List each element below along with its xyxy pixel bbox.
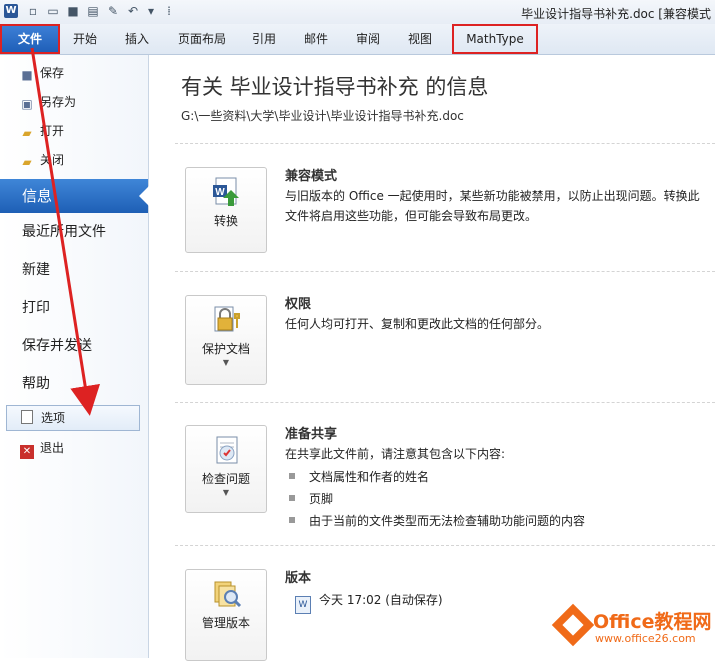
watermark-text: Office教程网: [593, 611, 712, 633]
section-divider: [175, 271, 715, 272]
version-entry[interactable]: W 今天 17:02 (自动保存): [295, 591, 443, 614]
protect-document-button[interactable]: 保护文档 ▼: [185, 295, 267, 385]
close-folder-icon: ▰: [22, 155, 32, 169]
nav-close[interactable]: ▰ 关闭: [20, 149, 64, 171]
nav-save-as[interactable]: ▣ 另存为: [20, 91, 76, 113]
tab-home[interactable]: 开始: [62, 24, 108, 54]
window-title: 毕业设计指导书补充.doc [兼容模式: [521, 7, 711, 21]
nav-save-label: 保存: [40, 66, 65, 80]
tab-file[interactable]: 文件: [0, 24, 60, 54]
nav-help[interactable]: 帮助: [22, 371, 50, 397]
svg-text:W: W: [215, 187, 225, 198]
nav-options-label: 选项: [41, 411, 66, 425]
watermark-url: www.office26.com: [595, 632, 696, 645]
save-icon[interactable]: ■: [66, 4, 80, 18]
share-item-label: 由于当前的文件类型而无法检查辅助功能问题的内容: [309, 514, 586, 528]
compat-description: 与旧版本的 Office 一起使用时，某些新功能被禁用，以防止出现问题。转换此文…: [285, 189, 700, 223]
nav-open-label: 打开: [40, 124, 65, 138]
nav-exit-label: 退出: [40, 441, 65, 455]
backstage-nav: ■ 保存 ▣ 另存为 ▰ 打开 ▰ 关闭 信息 最近所用文件 新建 打印 保存并发送 帮…: [0, 55, 149, 658]
chevron-down-icon[interactable]: ▾: [144, 4, 158, 18]
print-preview-icon[interactable]: ▤: [86, 4, 100, 18]
info-panel: 有关 毕业设计指导书补充 的信息 G:\一些资料\大学\毕业设计\毕业设计指导书…: [149, 55, 715, 661]
section-divider: [175, 545, 715, 546]
watermark: Office教程网 www.office26.com: [551, 603, 715, 658]
customize-toolbar-icon[interactable]: ⁞: [162, 4, 176, 18]
nav-close-label: 关闭: [40, 153, 65, 167]
bullet-icon: [289, 473, 295, 479]
check-issues-button[interactable]: 检查问题 ▼: [185, 425, 267, 513]
permissions-title: 权限: [285, 297, 312, 312]
undo-icon[interactable]: ↶: [126, 4, 140, 18]
convert-document-icon: W: [213, 177, 239, 206]
nav-info-label: 信息: [22, 187, 53, 205]
section-divider: [175, 402, 715, 403]
versions-title: 版本: [285, 571, 312, 586]
active-pointer-icon: [139, 186, 149, 206]
manage-versions-icon: [214, 581, 242, 608]
permissions-description: 任何人均可打开、复制和更改此文档的任何部分。: [285, 317, 550, 331]
open-folder-icon[interactable]: ▭: [46, 4, 60, 18]
tab-mathtype[interactable]: MathType: [452, 24, 538, 54]
list-item: 由于当前的文件类型而无法检查辅助功能问题的内容: [289, 512, 585, 529]
bullet-icon: [289, 495, 295, 501]
tab-mailings[interactable]: 邮件: [296, 24, 336, 54]
list-item: 页脚: [289, 490, 333, 507]
tab-view[interactable]: 视图: [400, 24, 440, 54]
nav-new[interactable]: 新建: [22, 257, 50, 283]
nav-options[interactable]: 选项: [6, 405, 140, 431]
nav-print[interactable]: 打印: [22, 295, 50, 321]
section-divider: [175, 143, 715, 144]
ribbon-tab-bar: 文件 开始 插入 页面布局 引用 邮件 审阅 视图 MathType: [0, 24, 715, 55]
chevron-down-icon: ▼: [222, 358, 230, 367]
manage-versions-button[interactable]: 管理版本: [185, 569, 267, 661]
nav-save-send[interactable]: 保存并发送: [22, 333, 92, 359]
share-item-label: 文档属性和作者的姓名: [309, 470, 430, 484]
options-document-icon: [21, 410, 33, 424]
share-item-label: 页脚: [309, 492, 334, 506]
word-logo-icon: W: [4, 4, 18, 18]
share-title: 准备共享: [285, 427, 338, 442]
file-path: G:\一些资料\大学\毕业设计\毕业设计指导书补充.doc: [181, 109, 464, 123]
check-issues-label: 检查问题: [201, 472, 250, 486]
list-item: 文档属性和作者的姓名: [289, 468, 429, 485]
save-icon: ■: [21, 68, 33, 82]
protect-document-label: 保护文档: [201, 342, 250, 356]
title-bar: W ▫ ▭ ■ ▤ ✎ ↶ ▾ ⁞ 毕业设计指导书补充.doc [兼容模式: [0, 0, 715, 24]
nav-save-as-label: 另存为: [40, 95, 77, 109]
nav-exit[interactable]: ✕ 退出: [20, 437, 64, 459]
new-document-icon[interactable]: ▫: [26, 4, 40, 18]
nav-open[interactable]: ▰ 打开: [20, 120, 64, 142]
version-entry-label: 今天 17:02 (自动保存): [319, 593, 443, 607]
tab-insert[interactable]: 插入: [114, 24, 160, 54]
manage-versions-label: 管理版本: [201, 616, 250, 630]
bullet-icon: [289, 517, 295, 523]
nav-info[interactable]: 信息: [0, 179, 149, 213]
open-folder-icon: ▰: [22, 126, 32, 140]
inspect-document-icon: [216, 436, 238, 464]
tab-page-layout[interactable]: 页面布局: [170, 24, 234, 54]
exit-icon: ✕: [20, 445, 34, 459]
chevron-down-icon: ▼: [222, 488, 230, 497]
lock-icon: [214, 306, 240, 332]
nav-save[interactable]: ■ 保存: [20, 62, 64, 84]
save-as-icon: ▣: [21, 97, 33, 111]
tab-references[interactable]: 引用: [244, 24, 284, 54]
nav-recent[interactable]: 最近所用文件: [22, 219, 106, 245]
word-document-icon: W: [295, 596, 311, 614]
office-logo-icon: [551, 603, 595, 647]
convert-button[interactable]: W 转换: [185, 167, 267, 253]
share-description: 在共享此文件前，请注意其包含以下内容:: [285, 447, 506, 461]
edit-icon[interactable]: ✎: [106, 4, 120, 18]
convert-button-label: 转换: [213, 214, 238, 228]
tab-review[interactable]: 审阅: [348, 24, 388, 54]
compat-title: 兼容模式: [285, 169, 338, 184]
page-title: 有关 毕业设计指导书补充 的信息: [181, 75, 489, 99]
